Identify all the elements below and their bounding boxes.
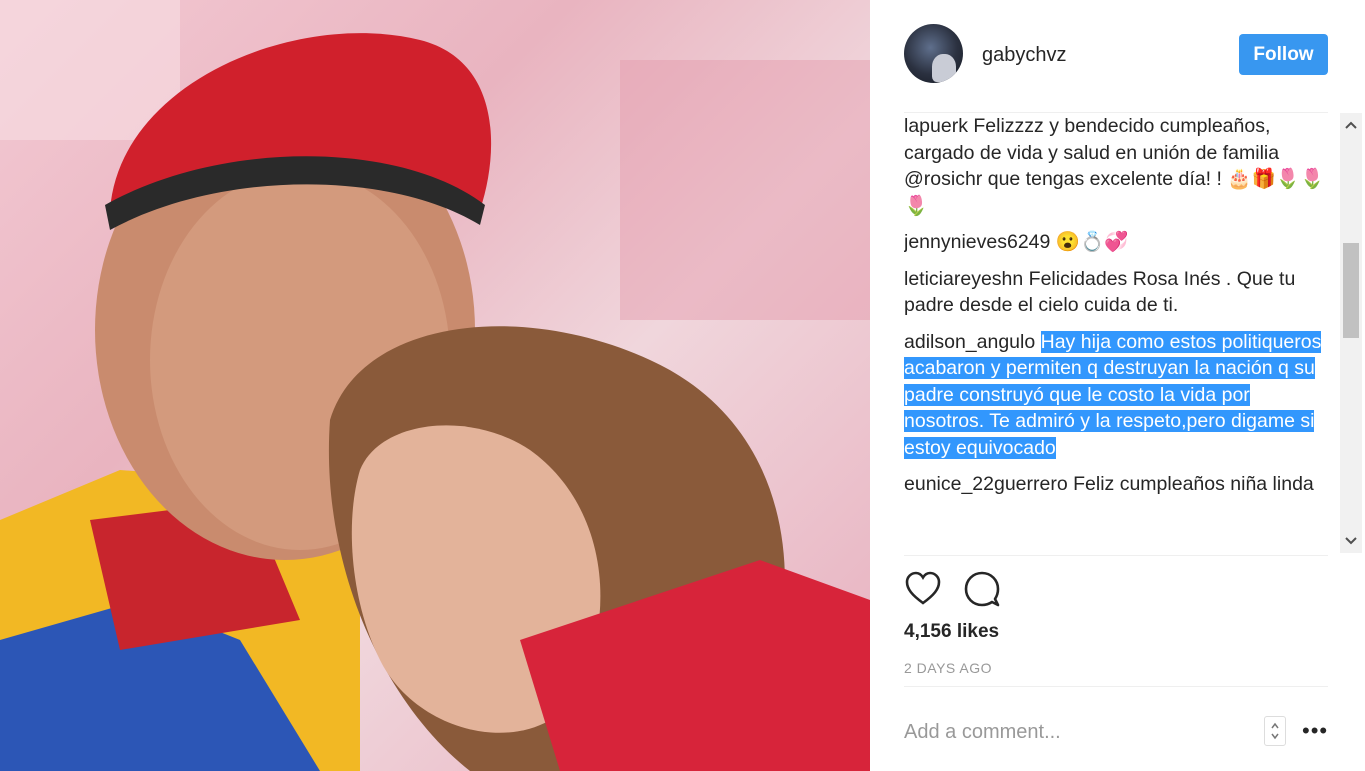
follow-button[interactable]: Follow (1239, 34, 1328, 75)
avatar[interactable] (904, 24, 963, 83)
likes-count[interactable]: 4,156 likes (904, 621, 999, 643)
comment-username[interactable]: leticiareyeshn (904, 268, 1023, 290)
comment-item: lapuerk Felizzzz y bendecido cumpleaños,… (904, 113, 1328, 219)
comment-item: leticiareyeshn Felicidades Rosa Inés . Q… (904, 266, 1328, 319)
comment-text: 😮💍💞 (1055, 231, 1129, 253)
comment-username[interactable]: adilson_angulo (904, 331, 1035, 353)
resize-handle-icon[interactable] (1264, 716, 1286, 746)
comment-username[interactable]: eunice_22guerrero (904, 473, 1068, 495)
comments-scrollbar[interactable] (1340, 113, 1362, 553)
comment-username[interactable]: lapuerk (904, 115, 968, 137)
divider (904, 686, 1328, 687)
add-comment-input[interactable] (904, 715, 1244, 749)
post-header: gabychvz Follow (870, 0, 1365, 113)
post-photo[interactable] (0, 0, 870, 771)
comment-item: eunice_22guerrero Feliz cumpleaños niña … (904, 471, 1328, 498)
scrollbar-thumb[interactable] (1343, 243, 1359, 338)
username-link[interactable]: gabychvz (982, 44, 1067, 67)
speech-bubble-icon[interactable] (963, 570, 1001, 608)
photo-illustration (0, 0, 870, 771)
more-options-button[interactable]: ••• (1302, 718, 1328, 744)
post-timestamp[interactable]: 2 DAYS AGO (904, 660, 992, 676)
post-details-panel: gabychvz Follow lapuerk Felizzzz y bende… (870, 0, 1365, 771)
heart-icon[interactable] (904, 570, 942, 608)
chevron-up-icon[interactable] (1340, 115, 1362, 135)
comment-text: Felizzzz y bendecido cumpleaños, cargado… (904, 115, 1325, 217)
comment-item: jennynieves6249 😮💍💞 (904, 229, 1328, 256)
comment-text: Feliz cumpleaños niña linda (1073, 473, 1314, 495)
comment-username[interactable]: jennynieves6249 (904, 231, 1050, 253)
comments-list[interactable]: lapuerk Felizzzz y bendecido cumpleaños,… (904, 113, 1328, 553)
comment-item: adilson_angulo Hay hija como estos polit… (904, 329, 1328, 462)
chevron-down-icon[interactable] (1340, 531, 1362, 551)
divider (904, 555, 1328, 556)
